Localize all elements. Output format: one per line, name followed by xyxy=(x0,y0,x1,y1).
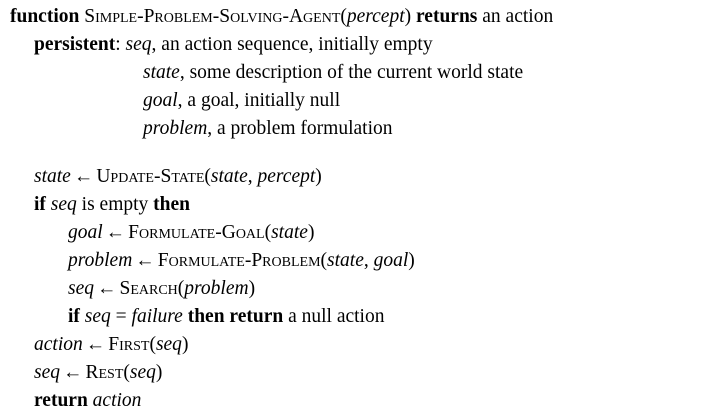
function-call: Update-State xyxy=(96,166,205,187)
code-line-formulate-problem: problem ← Formulate-Problem(state, goal) xyxy=(68,249,415,273)
comma: , xyxy=(363,250,374,271)
code-line-search: seq ← Search(problem) xyxy=(68,277,255,301)
assign-arrow: ← xyxy=(63,362,83,383)
failure-value: failure xyxy=(131,306,183,327)
keyword-then: then xyxy=(187,306,225,327)
function-call: Rest xyxy=(85,362,124,383)
return-description: an action xyxy=(477,6,554,27)
variable: seq xyxy=(84,306,111,327)
argument: goal xyxy=(373,250,409,271)
assign-arrow: ← xyxy=(85,334,106,355)
code-line-if-failure: if seq = failure then return a null acti… xyxy=(68,305,384,329)
equals-sign: = xyxy=(110,306,132,327)
assign-target: state xyxy=(34,166,71,187)
keyword-then: then xyxy=(153,194,191,215)
keyword-if: if xyxy=(34,194,46,215)
function-name: Simple-Problem-Solving-Agent xyxy=(84,6,341,27)
keyword-returns: returns xyxy=(416,6,478,27)
persistent-var-line: goal, a goal, initially null xyxy=(143,89,340,113)
keyword-if: if xyxy=(68,306,80,327)
var-goal-desc: , a goal, initially null xyxy=(177,90,341,111)
assign-arrow: ← xyxy=(73,166,94,187)
assign-target: seq xyxy=(34,362,60,383)
function-call: Search xyxy=(119,278,178,299)
paren-close: ) xyxy=(155,362,163,383)
code-line-update-state: state ← Update-State(state, percept) xyxy=(34,165,322,189)
var-state: state xyxy=(143,62,180,83)
assign-target: seq xyxy=(68,278,94,299)
persistent-colon: : xyxy=(115,34,121,55)
code-line-if-empty: if seq is empty then xyxy=(34,193,190,217)
assign-arrow: ← xyxy=(105,222,126,243)
assign-target: goal xyxy=(68,222,103,243)
keyword-function: function xyxy=(10,6,80,27)
code-line-first: action ← First(seq) xyxy=(34,333,188,357)
paren-close: ) xyxy=(404,6,412,27)
comma: , xyxy=(247,166,258,187)
persistent-line: persistent: seq, an action sequence, ini… xyxy=(34,33,433,57)
code-line-return: return action xyxy=(34,389,141,413)
paren-close: ) xyxy=(408,250,415,271)
argument: problem xyxy=(184,278,249,299)
argument: state xyxy=(210,166,248,187)
argument: percept xyxy=(257,166,316,187)
assign-target: action xyxy=(34,334,83,355)
paren-close: ) xyxy=(315,166,322,187)
persistent-var-line: state, some description of the current w… xyxy=(143,61,523,85)
function-call: First xyxy=(108,334,150,355)
var-seq-desc: , an action sequence, initially empty xyxy=(151,34,433,55)
assign-target: problem xyxy=(68,250,133,271)
persistent-var-line: problem, a problem formulation xyxy=(143,117,392,141)
argument: seq xyxy=(129,362,156,383)
assign-arrow: ← xyxy=(97,278,117,299)
assign-arrow: ← xyxy=(135,250,155,271)
keyword-persistent: persistent xyxy=(34,34,116,55)
variable: seq xyxy=(50,194,77,215)
paren-close: ) xyxy=(248,278,256,299)
var-seq: seq xyxy=(125,34,152,55)
function-call: Formulate-Goal xyxy=(128,222,265,243)
keyword-return: return xyxy=(34,390,88,411)
keyword-return: return xyxy=(229,306,284,327)
condition-text: is empty xyxy=(76,194,154,215)
var-problem-desc: , a problem formulation xyxy=(207,118,393,139)
var-state-desc: , some description of the current world … xyxy=(179,62,524,83)
var-problem: problem xyxy=(143,118,208,139)
paren-close: ) xyxy=(307,222,315,243)
return-value: action xyxy=(92,390,142,411)
function-call: Formulate-Problem xyxy=(157,250,321,271)
var-goal: goal xyxy=(143,90,178,111)
paren-close: ) xyxy=(181,334,189,355)
function-header: function Simple-Problem-Solving-Agent(pe… xyxy=(10,5,553,29)
argument: state xyxy=(327,250,364,271)
return-text: a null action xyxy=(283,306,385,327)
param-percept: percept xyxy=(346,6,405,27)
code-line-formulate-goal: goal ← Formulate-Goal(state) xyxy=(68,221,314,245)
argument: state xyxy=(271,222,308,243)
argument: seq xyxy=(155,334,182,355)
code-line-rest: seq ← Rest(seq) xyxy=(34,361,162,385)
